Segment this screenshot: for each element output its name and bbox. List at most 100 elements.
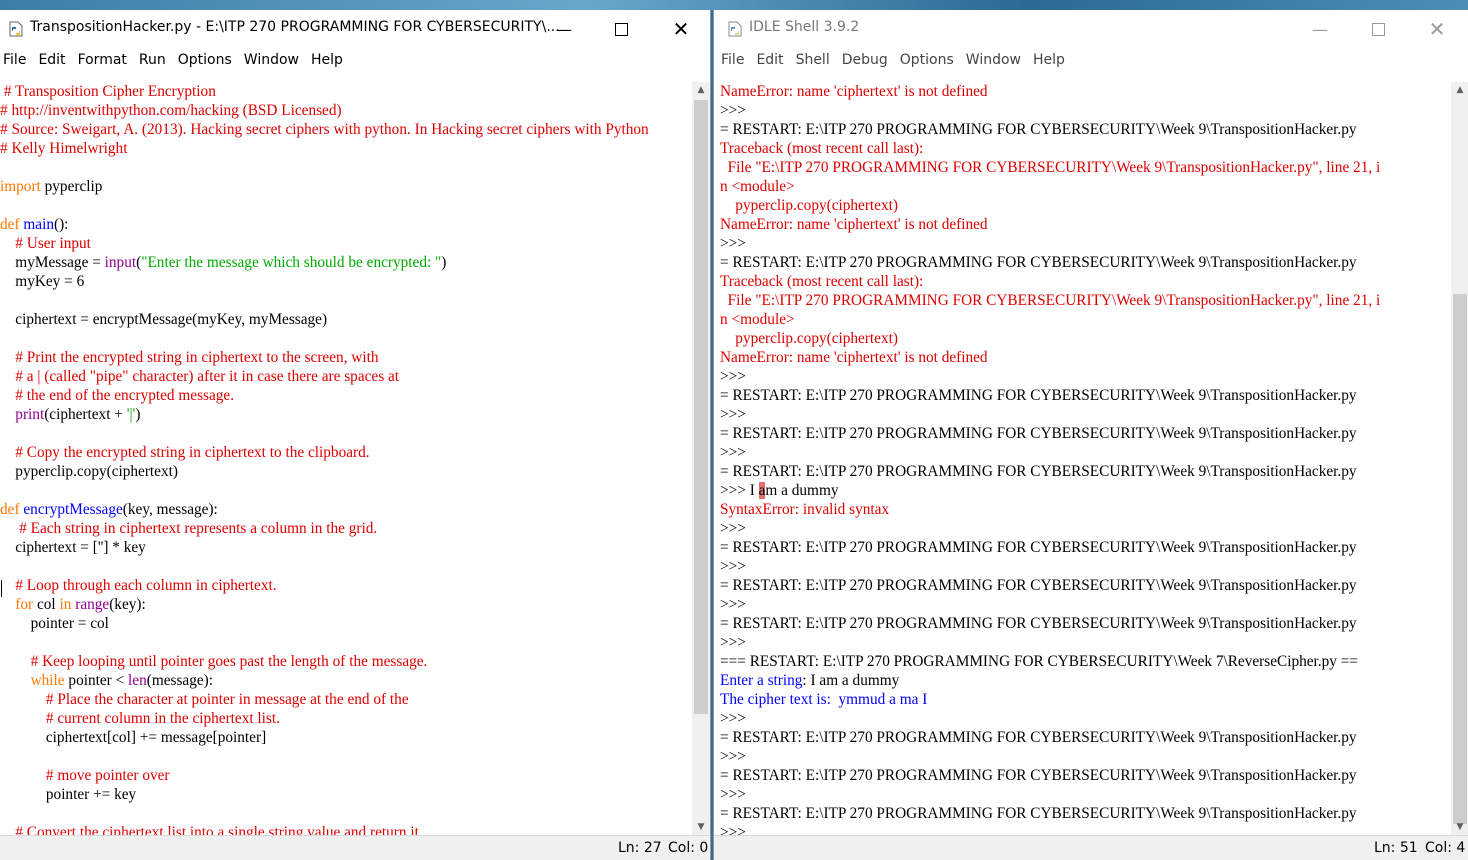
token-normal: = RESTART: E:\ITP 270 PROGRAMMING FOR CY… <box>720 577 1357 594</box>
maximize-icon <box>1371 22 1385 36</box>
token-comment: # Print the encrypted string in cipherte… <box>0 349 379 366</box>
token-normal: myKey = 6 <box>0 273 85 290</box>
code-line: def encryptMessage(key, message): <box>0 500 692 519</box>
scroll-down-icon[interactable]: ▼ <box>1451 819 1468 836</box>
shell-close-button[interactable]: ✕ <box>1414 10 1460 48</box>
token-normal: >>> <box>720 102 750 119</box>
shell-line: = RESTART: E:\ITP 270 PROGRAMMING FOR CY… <box>720 538 1451 557</box>
shell-line: >>> <box>720 405 1451 424</box>
menu-file[interactable]: File <box>714 52 750 68</box>
menu-shell[interactable]: Shell <box>790 52 836 68</box>
token-normal: ) <box>135 406 141 423</box>
token-normal: >>> <box>720 596 750 613</box>
editor-title: TranspositionHacker.py - E:\ITP 270 PROG… <box>30 19 560 35</box>
token-normal: ciphertext = [''] * key <box>0 539 146 556</box>
menu-debug[interactable]: Debug <box>836 52 894 68</box>
code-line: # Place the character at pointer in mess… <box>0 690 692 709</box>
shell-line: The cipher text is: ymmud a ma I <box>720 690 1451 709</box>
token-error: NameError: name 'ciphertext' is not defi… <box>720 349 988 366</box>
token-comment: # a | (called "pipe" character) after it… <box>0 368 400 385</box>
shell-line: NameError: name 'ciphertext' is not defi… <box>720 348 1451 367</box>
token-normal: >>> <box>720 235 750 252</box>
close-button[interactable]: ✕ <box>658 10 704 48</box>
scroll-up-icon[interactable]: ▲ <box>1451 82 1468 99</box>
shell-line: = RESTART: E:\ITP 270 PROGRAMMING FOR CY… <box>720 386 1451 405</box>
maximize-button[interactable] <box>598 10 644 48</box>
shell-maximize-button[interactable] <box>1355 10 1401 48</box>
editor-scrollbar[interactable]: ▲ ▼ <box>692 82 710 836</box>
line-indicator: Ln: 27 <box>618 840 662 856</box>
menu-window[interactable]: Window <box>960 52 1027 68</box>
menu-edit[interactable]: Edit <box>750 52 789 68</box>
token-normal: >>> <box>720 520 750 537</box>
token-builtin: len <box>128 672 147 689</box>
token-error: pyperclip.copy(ciphertext) <box>720 197 898 214</box>
token-normal: : I am a dummy <box>802 672 900 689</box>
shell-titlebar[interactable]: IDLE Shell 3.9.2 — ✕ <box>714 10 1468 48</box>
token-error: Traceback (most recent call last): <box>720 273 924 290</box>
token-normal <box>0 672 31 689</box>
shell-minimize-button[interactable]: — <box>1297 10 1343 48</box>
menu-help[interactable]: Help <box>1027 52 1071 68</box>
code-line: import pyperclip <box>0 177 692 196</box>
shell-line: >>> <box>720 557 1451 576</box>
token-comment: # move pointer over <box>0 767 170 784</box>
code-line: # current column in the ciphertext list. <box>0 709 692 728</box>
code-line: # http://inventwithpython.com/hacking (B… <box>0 101 692 120</box>
token-normal: ciphertext = encryptMessage(myKey, myMes… <box>0 311 328 328</box>
menu-options[interactable]: Options <box>894 52 960 68</box>
shell-line: NameError: name 'ciphertext' is not defi… <box>720 215 1451 234</box>
editor-scroll-thumb[interactable] <box>694 100 708 714</box>
token-error: pyperclip.copy(ciphertext) <box>720 330 898 347</box>
shell-line: = RESTART: E:\ITP 270 PROGRAMMING FOR CY… <box>720 576 1451 595</box>
token-comment: # http://inventwithpython.com/hacking (B… <box>0 102 342 119</box>
token-comment: # Each string in ciphertext represents a… <box>0 520 378 537</box>
token-error: File "E:\ITP 270 PROGRAMMING FOR CYBERSE… <box>720 292 1381 309</box>
token-normal: = RESTART: E:\ITP 270 PROGRAMMING FOR CY… <box>720 254 1357 271</box>
token-keyword: for <box>15 596 34 613</box>
editor-code-area[interactable]: # Transposition Cipher Encryption # http:… <box>0 82 692 836</box>
token-keyword: def <box>0 216 20 233</box>
shell-line: = RESTART: E:\ITP 270 PROGRAMMING FOR CY… <box>720 804 1451 823</box>
token-normal: pyperclip <box>40 178 103 195</box>
shell-output-area[interactable]: NameError: name 'ciphertext' is not defi… <box>720 82 1451 836</box>
token-comment: # Copy the encrypted string in ciphertex… <box>0 444 370 461</box>
shell-line: >>> <box>720 234 1451 253</box>
column-indicator: Col: 4 <box>1425 840 1466 856</box>
shell-line: >>> <box>720 785 1451 804</box>
menu-format[interactable]: Format <box>72 52 133 68</box>
shell-line: = RESTART: E:\ITP 270 PROGRAMMING FOR CY… <box>720 424 1451 443</box>
scroll-up-icon[interactable]: ▲ <box>692 82 710 99</box>
menu-options[interactable]: Options <box>172 52 238 68</box>
close-icon: ✕ <box>1428 17 1446 41</box>
token-normal: ) <box>441 254 447 271</box>
menu-window[interactable]: Window <box>238 52 305 68</box>
minimize-button[interactable]: — <box>541 10 587 48</box>
token-normal: >>> <box>720 634 750 651</box>
code-line: for col in range(key): <box>0 595 692 614</box>
line-indicator: Ln: 51 <box>1374 840 1418 856</box>
token-normal: >>> I <box>720 482 759 499</box>
token-normal <box>0 406 15 423</box>
shell-line: >>> <box>720 367 1451 386</box>
scroll-down-icon[interactable]: ▼ <box>692 819 710 836</box>
menu-run[interactable]: Run <box>133 52 172 68</box>
token-comment: # User input <box>0 235 91 252</box>
shell-scroll-thumb[interactable] <box>1453 294 1467 824</box>
token-normal: = RESTART: E:\ITP 270 PROGRAMMING FOR CY… <box>720 121 1357 138</box>
menu-edit[interactable]: Edit <box>32 52 71 68</box>
token-normal: (key): <box>109 596 146 613</box>
shell-scrollbar[interactable]: ▲ ▼ <box>1451 82 1468 836</box>
token-builtin: input <box>104 254 137 271</box>
minimize-icon: — <box>1312 19 1328 39</box>
token-normal <box>0 596 15 613</box>
token-comment: # the end of the encrypted message. <box>0 387 235 404</box>
menu-file[interactable]: File <box>0 52 32 68</box>
editor-titlebar[interactable]: TranspositionHacker.py - E:\ITP 270 PROG… <box>0 10 710 48</box>
token-builtin: range <box>75 596 110 613</box>
menu-help[interactable]: Help <box>305 52 349 68</box>
code-line: # Print the encrypted string in cipherte… <box>0 348 692 367</box>
